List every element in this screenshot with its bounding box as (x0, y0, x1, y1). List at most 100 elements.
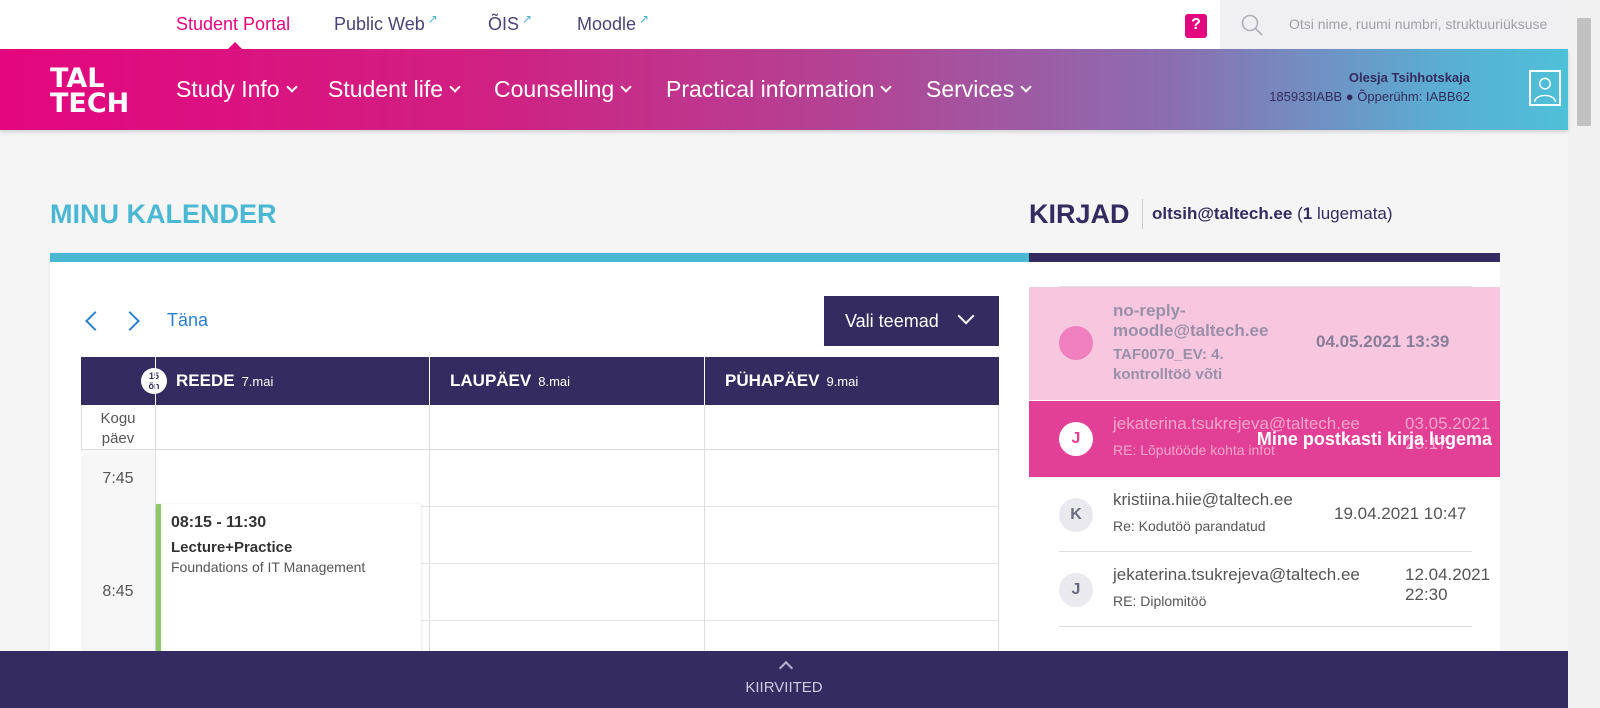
external-link-icon: ↗ (427, 12, 438, 26)
topnav-public-web[interactable]: Public Web ↗ (334, 12, 438, 35)
mail-subject: TAF0070_EV: 4. kontrolltöö võti (1113, 346, 1224, 383)
grid-divider (429, 405, 430, 450)
day-date: 8.mai (538, 374, 571, 389)
day-date: 9.mai (826, 374, 859, 389)
topnav-moodle[interactable]: Moodle ↗ (577, 12, 650, 35)
grid-divider (704, 405, 705, 450)
day-header-sunday: PÜHAPÄEV 9.mai (704, 357, 858, 405)
mail-avatar: J (1059, 573, 1093, 607)
mail-sender: jekaterina.tsukrejeva@taltech.ee (1113, 565, 1360, 584)
mail-avatar: J (1059, 422, 1093, 456)
quick-links-label: KIIRVIITED (745, 679, 823, 696)
external-link-icon: ↗ (639, 12, 650, 26)
nav-counselling[interactable]: Counselling (494, 76, 632, 103)
choose-topics-button[interactable]: Vali teemad (824, 296, 999, 346)
mail-panel: no-reply-moodle@taltech.ee TAF0070_EV: 4… (1029, 253, 1500, 653)
topnav-ois-label: ÕIS (488, 14, 520, 34)
mail-item[interactable]: no-reply-moodle@taltech.ee TAF0070_EV: 4… (1029, 287, 1500, 400)
time-label: 7:45 (102, 470, 134, 487)
mail-date: 19.04.2021 10:47 (1334, 504, 1467, 523)
calendar-title: MINU KALENDER (50, 199, 277, 229)
main-navbar: TAL TECH Study Info Student life Counsel… (0, 49, 1568, 130)
topnav-student-portal-label: Student Portal (176, 14, 291, 34)
mail-date: 12.04.2021 22:30 (1405, 565, 1491, 604)
chevron-right-icon[interactable] (120, 311, 140, 331)
chevron-down-icon (880, 81, 893, 93)
user-avatar-icon[interactable] (1529, 70, 1561, 106)
day-date: 7.mai (241, 374, 274, 389)
calendar-event[interactable]: 08:15 - 11:30 Lecture+Practice Foundatio… (156, 504, 421, 662)
chevron-left-icon[interactable] (85, 311, 105, 331)
user-student-info: 185933IABB ● Õpperühm: IABB62 (1269, 89, 1470, 104)
active-indicator (228, 42, 242, 49)
nav-practical-information-label: Practical information (666, 76, 875, 102)
all-day-label-line-2: päev (101, 430, 135, 447)
chevron-down-icon (285, 81, 298, 93)
mail-date: 04.05.2021 13:39 (1316, 332, 1450, 351)
grid-divider (704, 450, 705, 662)
nav-study-info[interactable]: Study Info (176, 76, 298, 103)
mail-divider (1059, 626, 1472, 627)
topnav-ois[interactable]: ÕIS ↗ (488, 12, 533, 35)
mail-sender: kristiina.hiie@taltech.ee (1113, 490, 1293, 509)
day-header-saturday: LAUPÄEV 8.mai (429, 357, 570, 405)
event-time: 08:15 - 11:30 (171, 514, 267, 531)
title-separator (1142, 199, 1143, 229)
mail-account-address: oltsih@taltech.ee (1152, 204, 1293, 223)
mail-unread-count: 1 (1302, 204, 1313, 223)
mail-sender: no-reply-moodle@taltech.ee (1113, 301, 1269, 340)
search-input[interactable] (1289, 12, 1559, 36)
mail-item[interactable]: J jekaterina.tsukrejeva@taltech.ee RE: D… (1029, 552, 1500, 626)
mail-avatar: K (1059, 498, 1093, 532)
chevron-down-icon (620, 81, 632, 93)
help-icon[interactable]: ? (1185, 14, 1207, 38)
mail-subject: Re: Kodutöö parandatud (1113, 518, 1266, 534)
mail-account: oltsih@taltech.ee (1 lugemata) (1152, 204, 1393, 224)
time-label: 8:45 (102, 583, 134, 600)
choose-topics-label: Vali teemad (845, 310, 939, 331)
all-day-row: Kogu päev (81, 405, 999, 450)
external-link-icon: ↗ (522, 12, 533, 26)
nav-practical-information[interactable]: Practical information (666, 76, 893, 103)
day-name: LAUPÄEV (450, 371, 532, 390)
page-scrollbar[interactable] (1568, 0, 1600, 708)
chevron-down-icon (1020, 81, 1032, 93)
grid-divider (81, 405, 82, 450)
mail-avatar (1059, 326, 1093, 360)
grid-divider (998, 405, 999, 450)
nav-study-info-label: Study Info (176, 76, 280, 102)
mail-item[interactable]: K kristiina.hiie@taltech.ee Re: Kodutöö … (1029, 477, 1500, 551)
nav-services[interactable]: Services (926, 76, 1032, 103)
day-name: REEDE (176, 371, 235, 390)
chevron-down-icon (957, 307, 975, 325)
topnav-moodle-label: Moodle (577, 14, 637, 34)
mail-item[interactable]: J jekaterina.tsukrejeva@taltech.ee RE: L… (1029, 401, 1500, 477)
mail-title: KIRJAD (1029, 199, 1130, 229)
chevron-up-icon[interactable] (778, 660, 794, 676)
search-icon[interactable] (1240, 13, 1264, 37)
nav-counselling-label: Counselling (494, 76, 615, 102)
user-name[interactable]: Olesja Tsihhotskaja (1349, 70, 1470, 85)
all-day-label: Kogu päev (81, 409, 155, 449)
quick-links-bar[interactable]: KIIRVIITED (0, 651, 1568, 708)
topnav-public-web-label: Public Web (334, 14, 425, 34)
topnav-student-portal[interactable]: Student Portal (176, 14, 290, 35)
chevron-down-icon (449, 81, 461, 93)
grid-divider (155, 405, 156, 450)
event-name: Foundations of IT Management (171, 559, 366, 575)
mail-subject: RE: Diplomitöö (1113, 593, 1207, 609)
grid-divider (998, 450, 999, 662)
grid-divider (429, 450, 430, 662)
search-box (1220, 0, 1568, 49)
event-type: Lecture+Practice (171, 539, 293, 556)
taltech-logo[interactable]: TAL TECH (50, 65, 129, 117)
all-day-label-line-1: Kogu (100, 410, 136, 427)
calendar-panel: Täna Vali teemad 15 õn REEDE 7.mai LAUPÄE… (50, 253, 1029, 662)
today-link[interactable]: Täna (167, 310, 208, 331)
scrollbar-thumb[interactable] (1577, 18, 1591, 126)
top-bar: Student Portal Public Web ↗ ÕIS ↗ Moodle ↗ … (0, 0, 1568, 49)
mail-unread-label: lugemata) (1316, 204, 1393, 223)
calendar-header: 15 õn REEDE 7.mai LAUPÄEV 8.mai PÜHAPÄEV 9.… (81, 357, 999, 405)
nav-student-life[interactable]: Student life (328, 76, 461, 103)
go-to-inbox-link[interactable]: Mine postkasti kirja lugema (1257, 429, 1492, 450)
